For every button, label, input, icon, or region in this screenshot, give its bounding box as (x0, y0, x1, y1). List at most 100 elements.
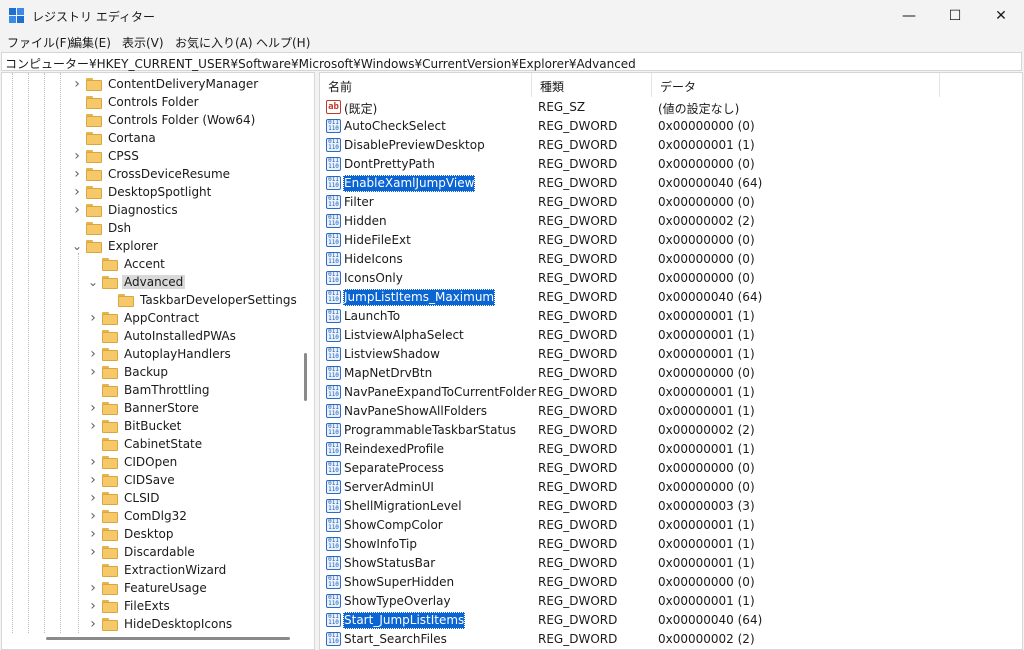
tree-item[interactable]: › CLSID (86, 489, 161, 507)
value-row[interactable]: 011 110 SeparateProcess REG_DWORD 0x00000000… (320, 459, 1020, 478)
key-tree-pane[interactable]: › ContentDeliveryManager Controls Folder Co… (1, 72, 315, 650)
tree-item[interactable]: ⌄ Explorer (70, 237, 160, 255)
tree-item[interactable]: Controls Folder (Wow64) (70, 111, 257, 129)
tree-item[interactable]: AutoInstalledPWAs (86, 327, 238, 345)
menu-view[interactable]: 表示(V) (122, 34, 164, 51)
tree-item[interactable]: › ComDlg32 (86, 507, 189, 525)
tree-item[interactable]: › CIDOpen (86, 453, 179, 471)
close-button[interactable]: ✕ (978, 0, 1024, 32)
chevron-right-icon[interactable]: › (70, 147, 84, 165)
tree-item[interactable]: › BitBucket (86, 417, 183, 435)
tree-item[interactable]: › Backup (86, 363, 170, 381)
value-row[interactable]: 011 110 Hidden REG_DWORD 0x00000002 (2) (320, 212, 1020, 231)
value-row[interactable]: 011 110 DontPrettyPath REG_DWORD 0x00000000 … (320, 155, 1020, 174)
value-row[interactable]: 011 110 AutoCheckSelect REG_DWORD 0x00000000… (320, 117, 1020, 136)
menu-help[interactable]: ヘルプ(H) (256, 34, 310, 51)
value-row[interactable]: 011 110 Start_JumpListItems REG_DWORD 0x0000… (320, 611, 1020, 630)
value-row[interactable]: 011 110 ShowTypeOverlay REG_DWORD 0x00000001… (320, 592, 1020, 611)
tree-horizontal-scrollbar[interactable] (46, 637, 290, 640)
chevron-right-icon[interactable]: › (86, 579, 100, 597)
value-row[interactable]: 011 110 ListviewAlphaSelect REG_DWORD 0x0000… (320, 326, 1020, 345)
tree-item[interactable]: BamThrottling (86, 381, 212, 399)
tree-item[interactable]: Accent (86, 255, 167, 273)
value-row[interactable]: 011 110 Start_SearchFiles REG_DWORD 0x000000… (320, 630, 1020, 649)
value-row[interactable]: 011 110 ListviewShadow REG_DWORD 0x00000001 … (320, 345, 1020, 364)
value-row[interactable]: 011 110 MapNetDrvBtn REG_DWORD 0x00000000 (0… (320, 364, 1020, 383)
tree-item[interactable]: › Discardable (86, 543, 197, 561)
value-row[interactable]: 011 110 LaunchTo REG_DWORD 0x00000001 (1) (320, 307, 1020, 326)
column-header-name[interactable]: 名前 (320, 73, 532, 97)
chevron-right-icon[interactable]: › (70, 183, 84, 201)
tree-item[interactable]: › BannerStore (86, 399, 201, 417)
value-row[interactable]: 011 110 ServerAdminUI REG_DWORD 0x00000000 (… (320, 478, 1020, 497)
chevron-right-icon[interactable]: › (70, 75, 84, 93)
tree-item[interactable]: ⌄ Advanced (86, 273, 186, 291)
chevron-right-icon[interactable]: › (86, 525, 100, 543)
value-row[interactable]: 011 110 ProgrammableTaskbarStatus REG_DWORD… (320, 421, 1020, 440)
chevron-right-icon[interactable]: › (86, 471, 100, 489)
value-row[interactable]: 011 110 NavPaneExpandToCurrentFolder REG_DW… (320, 383, 1020, 402)
chevron-right-icon[interactable]: › (70, 165, 84, 183)
chevron-right-icon[interactable]: › (86, 453, 100, 471)
chevron-right-icon[interactable]: › (86, 363, 100, 381)
value-row[interactable]: 011 110 ReindexedProfile REG_DWORD 0x0000000… (320, 440, 1020, 459)
tree-item[interactable]: Controls Folder (70, 93, 201, 111)
chevron-right-icon[interactable]: › (86, 507, 100, 525)
value-row[interactable]: 011 110 HideIcons REG_DWORD 0x00000000 (0) (320, 250, 1020, 269)
maximize-button[interactable]: ☐ (932, 0, 978, 32)
value-row[interactable]: 011 110 ShowSuperHidden REG_DWORD 0x00000000… (320, 573, 1020, 592)
value-row[interactable]: 011 110 ShellMigrationLevel REG_DWORD 0x0000… (320, 497, 1020, 516)
value-row[interactable]: 011 110 EnableXamlJumpView REG_DWORD 0x00000… (320, 174, 1020, 193)
tree-item[interactable]: › ContentDeliveryManager (70, 75, 260, 93)
column-header-type[interactable]: 種類 (532, 73, 652, 97)
address-bar[interactable]: コンピューター¥HKEY_CURRENT_USER¥Software¥Micro… (1, 52, 1022, 71)
chevron-right-icon[interactable]: › (86, 345, 100, 363)
tree-item[interactable]: › CPSS (70, 147, 141, 165)
value-row[interactable]: 011 110 ShowInfoTip REG_DWORD 0x00000001 (1) (320, 535, 1020, 554)
value-row[interactable]: ab (既定) REG_SZ (値の設定なし) (320, 98, 1020, 117)
tree-item[interactable]: › CIDSave (86, 471, 177, 489)
tree-item[interactable]: Cortana (70, 129, 158, 147)
chevron-down-icon[interactable]: ⌄ (70, 237, 84, 255)
value-row[interactable]: 011 110 IconsOnly REG_DWORD 0x00000000 (0) (320, 269, 1020, 288)
tree-item[interactable]: › DesktopSpotlight (70, 183, 213, 201)
menu-edit[interactable]: 編集(E) (70, 34, 111, 51)
chevron-right-icon[interactable]: › (86, 399, 100, 417)
chevron-right-icon[interactable]: › (86, 543, 100, 561)
tree-item[interactable]: › CrossDeviceResume (70, 165, 232, 183)
tree-item[interactable]: › HideDesktopIcons (86, 615, 234, 633)
tree-item[interactable]: TaskbarDeveloperSettings (102, 291, 299, 309)
address-path[interactable]: コンピューター¥HKEY_CURRENT_USER¥Software¥Micro… (5, 55, 636, 72)
tree-item[interactable]: CabinetState (86, 435, 204, 453)
value-row[interactable]: 011 110 ShowStatusBar REG_DWORD 0x00000001 (… (320, 554, 1020, 573)
chevron-right-icon[interactable]: › (86, 309, 100, 327)
tree-item[interactable]: › Desktop (86, 525, 176, 543)
value-data: 0x00000001 (1) (658, 328, 755, 342)
tree-item[interactable]: › AutoplayHandlers (86, 345, 233, 363)
value-row[interactable]: 011 110 JumpListItems_Maximum REG_DWORD 0x00… (320, 288, 1020, 307)
tree-vertical-scrollbar[interactable] (304, 353, 307, 401)
tree-item[interactable]: › FileExts (86, 597, 172, 615)
minimize-button[interactable]: — (886, 0, 932, 32)
value-row[interactable]: 011 110 ShowCompColor REG_DWORD 0x00000001 (… (320, 516, 1020, 535)
title-bar[interactable]: レジストリ エディター — ☐ ✕ (0, 0, 1024, 32)
chevron-right-icon[interactable]: › (86, 615, 100, 633)
tree-item[interactable]: Dsh (70, 219, 133, 237)
column-header-data[interactable]: データ (652, 73, 940, 97)
tree-item[interactable]: › AppContract (86, 309, 201, 327)
tree-item[interactable]: ExtractionWizard (86, 561, 228, 579)
menu-favorites[interactable]: お気に入り(A) (175, 34, 253, 51)
values-list-pane[interactable]: 名前 種類 データ ab (既定) REG_SZ (値の設定なし) 011 110 Auto… (319, 72, 1023, 650)
value-row[interactable]: 011 110 Filter REG_DWORD 0x00000000 (0) (320, 193, 1020, 212)
chevron-right-icon[interactable]: › (86, 417, 100, 435)
chevron-right-icon[interactable]: › (70, 201, 84, 219)
tree-item[interactable]: › Diagnostics (70, 201, 180, 219)
chevron-right-icon[interactable]: › (86, 489, 100, 507)
value-row[interactable]: 011 110 NavPaneShowAllFolders REG_DWORD 0x00… (320, 402, 1020, 421)
chevron-down-icon[interactable]: ⌄ (86, 273, 100, 291)
menu-file[interactable]: ファイル(F) (7, 34, 71, 51)
chevron-right-icon[interactable]: › (86, 597, 100, 615)
tree-item[interactable]: › FeatureUsage (86, 579, 209, 597)
value-row[interactable]: 011 110 HideFileExt REG_DWORD 0x00000000 (0) (320, 231, 1020, 250)
value-row[interactable]: 011 110 DisablePreviewDesktop REG_DWORD 0x00… (320, 136, 1020, 155)
